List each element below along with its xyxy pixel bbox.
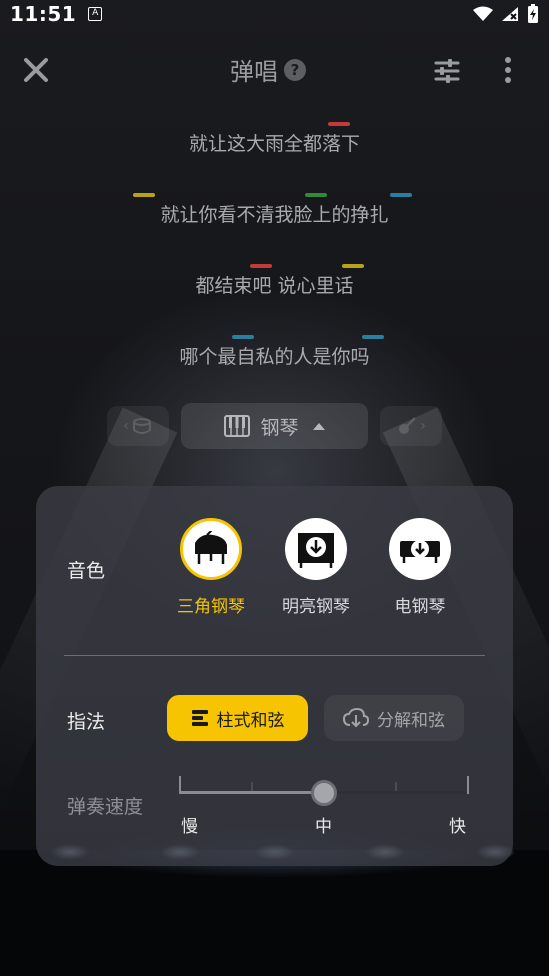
- chord-icon: [191, 710, 208, 726]
- tone-name: 三角钢琴: [177, 597, 245, 617]
- app-header: 弹唱 ?: [0, 40, 549, 100]
- fingering-block-chord-button[interactable]: 柱式和弦: [167, 695, 308, 741]
- piano-keys-icon: [224, 415, 251, 437]
- chord-marker: [232, 335, 254, 339]
- tone-name: 明亮钢琴: [282, 597, 350, 617]
- help-icon[interactable]: ?: [284, 58, 306, 81]
- close-icon[interactable]: [18, 52, 54, 88]
- tone-option-electric-piano[interactable]: 电钢琴: [375, 518, 465, 617]
- divider: [64, 655, 485, 656]
- speed-mark-medium: 中: [315, 817, 332, 837]
- speed-mark-slow: 慢: [181, 817, 198, 837]
- lyric-line: 都结束吧 说心里话: [195, 275, 354, 297]
- chord-marker: [305, 193, 327, 197]
- upright-piano-download-icon: [298, 533, 334, 568]
- tone-option-bright-piano[interactable]: 明亮钢琴: [271, 518, 361, 617]
- prev-instrument-button[interactable]: ‹: [107, 406, 169, 446]
- electric-piano-download-icon: [400, 540, 440, 563]
- slider-tick: [467, 776, 469, 794]
- fingering-option-label: 柱式和弦: [216, 710, 285, 731]
- chord-marker: [133, 193, 155, 197]
- lyric-line: 就让你看不清我脸上的挣扎: [160, 204, 389, 226]
- slider-tick: [395, 782, 397, 791]
- title-group: 弹唱 ?: [230, 52, 306, 87]
- slider-tick: [179, 776, 181, 794]
- tone-circle: [389, 518, 451, 580]
- tone-option-grand-piano[interactable]: 三角钢琴: [166, 518, 256, 617]
- guitar-icon: [399, 417, 417, 434]
- tone-name: 电钢琴: [394, 597, 446, 617]
- stage-floor: [0, 844, 549, 976]
- fingering-option-label: 分解和弦: [377, 710, 445, 731]
- cloud-download-icon: [343, 708, 369, 728]
- lyric-line: 就让这大雨全都落下: [188, 133, 360, 155]
- mixer-settings-icon[interactable]: [432, 56, 462, 86]
- slider-thumb[interactable]: [311, 780, 337, 806]
- no-signal-icon: [502, 7, 518, 21]
- tone-label: 音色: [67, 560, 106, 582]
- notification-icon: A: [88, 7, 103, 21]
- chord-marker: [390, 193, 412, 197]
- chord-marker: [328, 122, 350, 126]
- tone-circle: [285, 518, 347, 580]
- chord-marker: [342, 264, 364, 268]
- fingering-broken-chord-button[interactable]: 分解和弦: [324, 695, 464, 741]
- caret-up-icon: [312, 422, 325, 430]
- instrument-label: 钢琴: [260, 416, 299, 439]
- instrument-selector[interactable]: 钢琴: [181, 403, 368, 449]
- wifi-icon: [473, 6, 493, 21]
- next-instrument-button[interactable]: ›: [380, 406, 442, 446]
- status-time: 11:51: [10, 2, 77, 26]
- status-bar: 11:51 A: [0, 0, 549, 28]
- speed-slider[interactable]: [179, 776, 469, 806]
- tone-circle: [180, 518, 242, 580]
- grand-piano-icon: [195, 531, 227, 564]
- more-options-icon[interactable]: [496, 54, 520, 86]
- chord-marker: [250, 264, 272, 268]
- fingering-label: 指法: [67, 711, 106, 733]
- speed-mark-fast: 快: [449, 817, 466, 837]
- instrument-switcher: ‹ 钢琴 ›: [0, 403, 549, 449]
- slider-fill: [181, 791, 324, 794]
- chevron-left-icon: ‹: [123, 418, 129, 434]
- speed-label: 弹奏速度: [67, 796, 144, 818]
- page-title: 弹唱: [230, 58, 278, 86]
- drum-icon: [132, 418, 151, 434]
- chevron-right-icon: ›: [420, 418, 426, 434]
- slider-tick: [251, 782, 253, 791]
- settings-panel: 音色 三角钢琴 明亮钢琴 电钢琴 指法 柱式和弦 分解和弦 弹奏速度 慢 中 快: [36, 486, 513, 866]
- battery-icon: [528, 4, 538, 23]
- chord-marker: [362, 335, 384, 339]
- lyric-line: 哪个最自私的人是你吗: [179, 346, 370, 368]
